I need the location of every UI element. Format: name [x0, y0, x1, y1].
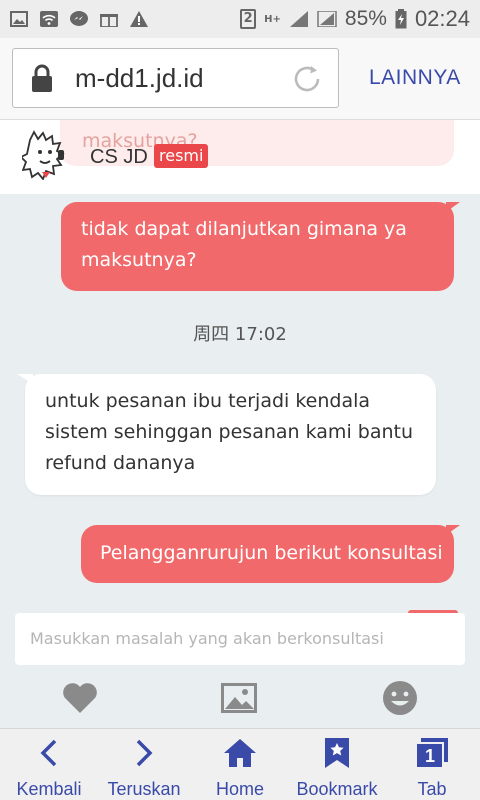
chevron-right-icon [136, 739, 153, 767]
home-icon [224, 739, 256, 767]
more-button[interactable]: LAINNYA [369, 66, 461, 90]
messenger-icon [70, 11, 88, 26]
battery-icon [395, 9, 407, 29]
url-text: m-dd1.jd.id [75, 62, 204, 93]
message-timestamp: 周四 17:02 [193, 324, 287, 345]
tab-button[interactable]: 1 Tab [408, 729, 456, 800]
forward-button[interactable]: Teruskan [106, 729, 182, 800]
message-line: refund dananya [45, 452, 196, 474]
bookmark-button[interactable]: Bookmark [294, 729, 380, 800]
user-message-bubble: tidak dapat dilanjutkan gimana ya maksut… [61, 202, 460, 291]
back-button[interactable]: Kembali [16, 729, 82, 800]
input-toolbar [0, 675, 480, 727]
message-line: tidak dapat dilanjutkan gimana ya [81, 218, 407, 240]
wifi-icon [40, 11, 58, 27]
agent-header: maksutnya? CS JD resmi [0, 120, 480, 194]
warning-icon [130, 11, 148, 27]
battery-percent: 85% [344, 7, 387, 30]
sim-slot-icon: 2 [240, 9, 257, 29]
signal-icon [289, 11, 308, 27]
image-button[interactable] [219, 675, 259, 721]
image-icon [221, 683, 257, 713]
browser-toolbar: m-dd1.jd.id LAINNYA [0, 38, 480, 120]
clock: 02:24 [414, 6, 470, 31]
network-type: H+ [264, 13, 281, 25]
gift-icon [100, 14, 118, 27]
message-line: maksutnya? [81, 249, 197, 271]
image-icon [10, 11, 28, 27]
signal-icon-2 [317, 11, 337, 27]
message-line: Pelangganrurujun berikut konsultasi [100, 542, 443, 564]
agent-message-bubble: untuk pesanan ibu terjadi kendala sistem… [17, 374, 436, 495]
message-line: sistem sehinggan pesanan kami bantu [45, 421, 413, 443]
forward-label: Teruskan [107, 779, 181, 799]
bookmark-label: Bookmark [296, 779, 378, 799]
tab-label: Tab [417, 779, 447, 799]
official-badge: resmi [154, 144, 209, 168]
home-label: Home [215, 779, 264, 799]
back-label: Kembali [16, 779, 82, 799]
agent-avatar [22, 130, 65, 180]
status-bar: 2 H+ 85% 02:24 [0, 0, 480, 38]
message-line: untuk pesanan ibu terjadi kendala [45, 390, 371, 412]
emoji-icon [383, 681, 417, 715]
home-button[interactable]: Home [212, 729, 268, 800]
address-bar[interactable]: m-dd1.jd.id [12, 48, 339, 108]
favorite-button[interactable] [60, 675, 100, 721]
heart-icon [63, 683, 97, 713]
reload-icon[interactable] [290, 62, 324, 96]
tab-count: 1 [425, 746, 436, 766]
agent-name: CS JD [90, 146, 148, 168]
lock-icon [32, 64, 52, 92]
emoji-button[interactable] [380, 675, 420, 721]
chevron-left-icon [40, 739, 57, 767]
message-input[interactable]: Masukkan masalah yang akan berkonsultasi [15, 613, 465, 665]
browser-nav-bar: Kembali Teruskan Home Bookmark 1 Tab [0, 728, 480, 800]
bookmark-icon [325, 738, 349, 768]
user-message-bubble: Pelangganrurujun berikut konsultasi [81, 525, 460, 583]
